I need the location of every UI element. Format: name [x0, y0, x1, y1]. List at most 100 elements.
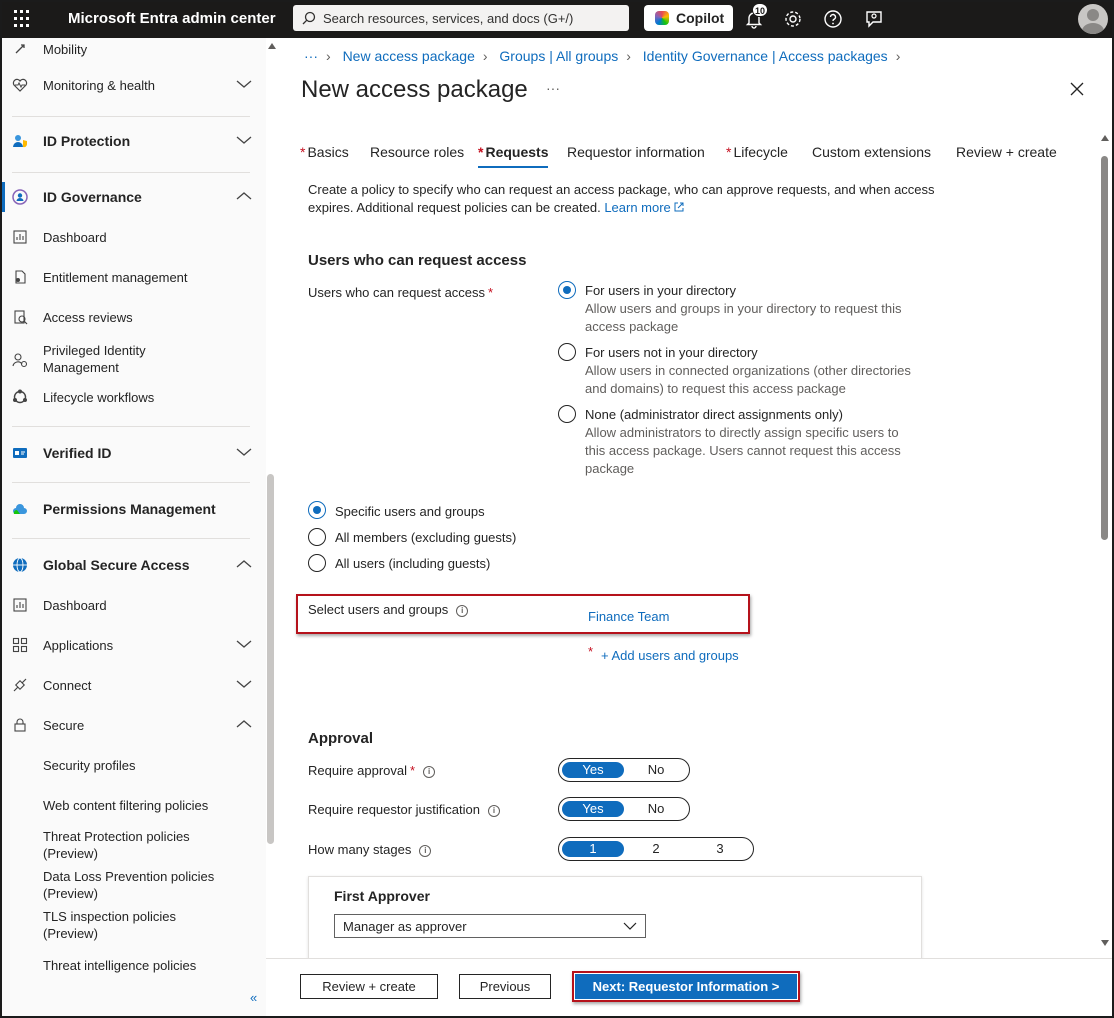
sidebar-item-web-content-filtering[interactable]: Web content filtering policies [2, 790, 266, 820]
sidebar-item-entitlement-management[interactable]: Entitlement management [2, 262, 266, 292]
radio-users-not-in-directory[interactable] [558, 343, 576, 361]
divider [12, 482, 250, 483]
tab-custom-extensions[interactable]: Custom extensions [812, 144, 931, 160]
tab-review-create[interactable]: Review + create [956, 144, 1057, 160]
review-create-button[interactable]: Review + create [300, 974, 438, 999]
sidebar-item-tls-inspection[interactable]: TLS inspection policies (Preview) [2, 908, 266, 944]
collapse-sidebar-icon[interactable]: « [250, 990, 257, 1005]
yes-option[interactable]: Yes [562, 801, 624, 817]
chevron-up-icon[interactable] [236, 191, 252, 201]
sidebar-item-gov-dashboard[interactable]: Dashboard [2, 222, 266, 252]
tab-requests[interactable]: * Requests [478, 144, 549, 168]
radio-all-users[interactable] [308, 554, 326, 572]
field-label-who-can-request: Users who can request access * [308, 285, 494, 300]
chevron-down-icon[interactable] [236, 639, 252, 649]
sidebar-item-permissions-management[interactable]: Permissions Management [2, 494, 266, 524]
scroll-up-icon[interactable] [1101, 135, 1109, 141]
stage-option-3[interactable]: 3 [689, 841, 751, 857]
field-label-how-many-stages: How many stages i [308, 842, 432, 857]
stages-selector[interactable]: 1 2 3 [558, 837, 754, 861]
radio-all-members[interactable] [308, 528, 326, 546]
require-approval-toggle[interactable]: Yes No [558, 758, 690, 782]
lifecycle-workflows-icon [13, 389, 27, 404]
no-option[interactable]: No [625, 801, 687, 817]
sidebar-item-connect[interactable]: Connect [2, 670, 266, 700]
sidebar-item-mobility[interactable]: Mobility [2, 38, 266, 64]
sidebar-item-applications[interactable]: Applications [2, 630, 266, 660]
no-option[interactable]: No [625, 762, 687, 778]
yes-option[interactable]: Yes [562, 762, 624, 778]
copilot-button[interactable]: Copilot [644, 5, 733, 31]
sidebar-item-monitoring[interactable]: Monitoring & health [2, 70, 266, 100]
first-approver-select[interactable]: Manager as approver [334, 914, 646, 938]
sidebar-item-access-reviews[interactable]: Access reviews [2, 302, 266, 332]
tab-requestor-information[interactable]: Requestor information [567, 144, 705, 160]
feedback-icon[interactable] [864, 9, 884, 29]
help-icon[interactable] [823, 9, 843, 29]
user-avatar[interactable] [1078, 4, 1108, 34]
sidebar-item-global-secure-access[interactable]: Global Secure Access [2, 550, 266, 580]
chevron-down-icon[interactable] [236, 679, 252, 689]
chevron-down-icon [623, 922, 637, 930]
sidebar-item-id-protection[interactable]: ID Protection [2, 126, 266, 156]
tab-basics[interactable]: * Basics [300, 144, 349, 160]
radio-users-in-directory[interactable] [558, 281, 576, 299]
next-requestor-information-button[interactable]: Next: Requestor Information > [575, 974, 797, 999]
search-box[interactable]: Search resources, services, and docs (G+… [293, 5, 629, 31]
page-description: Create a policy to specify who can reque… [308, 182, 935, 215]
chevron-down-icon[interactable] [236, 79, 252, 89]
sidebar-item-security-profiles[interactable]: Security profiles [2, 750, 266, 780]
previous-button[interactable]: Previous [459, 974, 551, 999]
sidebar-item-lifecycle-workflows[interactable]: Lifecycle workflows [2, 382, 266, 412]
breadcrumb-access-packages[interactable]: Identity Governance | Access packages [643, 48, 888, 64]
sidebar-item-id-governance[interactable]: ID Governance [2, 182, 266, 212]
require-justification-toggle[interactable]: Yes No [558, 797, 690, 821]
verified-id-icon [13, 448, 27, 458]
top-bar: Microsoft Entra admin center Search reso… [0, 0, 1114, 38]
breadcrumb-ellipsis[interactable]: ··· [304, 48, 318, 64]
sidebar-item-gsa-dashboard[interactable]: Dashboard [2, 590, 266, 620]
info-icon[interactable]: i [419, 844, 432, 857]
chevron-down-icon[interactable] [236, 135, 252, 145]
radio-none-admin-only[interactable] [558, 405, 576, 423]
breadcrumb-groups[interactable]: Groups | All groups [499, 48, 618, 64]
sidebar-item-pim[interactable]: Privileged Identity Management [2, 342, 266, 378]
info-icon[interactable]: i [456, 604, 469, 617]
chevron-up-icon[interactable] [236, 719, 252, 729]
chevron-up-icon[interactable] [236, 559, 252, 569]
tab-lifecycle[interactable]: * Lifecycle [726, 144, 788, 160]
radio-specific-users-groups[interactable] [308, 501, 326, 519]
scroll-down-icon[interactable] [1101, 940, 1109, 946]
app-launcher-icon[interactable] [14, 10, 32, 28]
selected-group-finance-team[interactable]: Finance Team [588, 609, 669, 624]
option-description: Allow administrators to directly assign … [585, 425, 901, 476]
learn-more-link[interactable]: Learn more [604, 200, 684, 215]
stage-option-2[interactable]: 2 [625, 841, 687, 857]
main-scrollbar[interactable] [1101, 156, 1108, 540]
info-icon[interactable]: i [487, 804, 500, 817]
brand-title[interactable]: Microsoft Entra admin center [68, 10, 276, 27]
add-users-groups-link[interactable]: + Add users and groups [601, 648, 739, 663]
gear-icon[interactable] [783, 9, 803, 29]
sidebar-item-threat-protection[interactable]: Threat Protection policies (Preview) [2, 828, 266, 864]
sidebar-item-secure[interactable]: Secure [2, 710, 266, 740]
sidebar-item-label: Threat Protection policies (Preview) [43, 829, 190, 861]
sidebar-scroll-up-icon[interactable] [267, 42, 277, 50]
heart-pulse-icon [12, 78, 28, 92]
sidebar-item-verified-id[interactable]: Verified ID [2, 438, 266, 468]
sidebar-item-data-loss-prevention[interactable]: Data Loss Prevention policies (Preview) [2, 868, 266, 904]
close-icon[interactable] [1070, 82, 1084, 96]
sidebar-item-label: Permissions Management [43, 501, 216, 517]
sidebar-item-label: Privileged Identity Management [43, 343, 146, 375]
sidebar-item-label: Applications [43, 638, 114, 653]
first-approver-value: Manager as approver [343, 919, 467, 934]
tab-resource-roles[interactable]: Resource roles [370, 144, 464, 160]
breadcrumb-new-access-package[interactable]: New access package [343, 48, 475, 64]
info-icon[interactable]: i [423, 765, 436, 778]
stage-option-1[interactable]: 1 [562, 841, 624, 857]
more-options-icon[interactable]: ··· [546, 80, 560, 96]
sidebar-item-threat-intelligence[interactable]: Threat intelligence policies [2, 950, 266, 980]
chevron-down-icon[interactable] [236, 447, 252, 457]
sidebar-scrollbar[interactable] [267, 474, 274, 844]
sidebar-item-label: Dashboard [43, 230, 107, 245]
